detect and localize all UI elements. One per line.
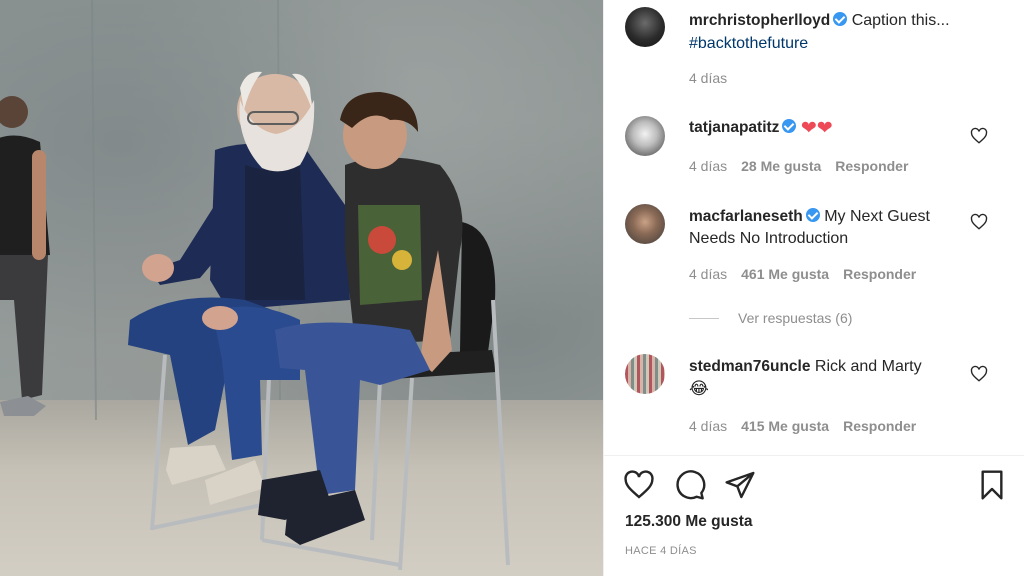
verified-badge-icon (833, 12, 848, 26)
comment-likes[interactable]: 461 Me gusta (741, 266, 829, 282)
comment-time[interactable]: 4 días (689, 266, 727, 282)
reply-button[interactable]: Responder (843, 266, 916, 282)
comment-avatar[interactable] (625, 354, 665, 394)
comment-text: Rick and Marty (814, 358, 922, 375)
red-heart-emoji: ❤❤ (800, 118, 833, 139)
comment-2: macfarlaneseth My Next Guest Needs No In… (689, 206, 979, 250)
verified-badge-icon (805, 208, 820, 222)
heart-icon[interactable] (623, 469, 655, 501)
replies-divider (689, 318, 719, 319)
view-replies-button[interactable]: Ver respuestas (6) (738, 310, 852, 326)
bookmark-icon[interactable] (976, 469, 1008, 501)
caption-time[interactable]: 4 días (689, 70, 727, 86)
author-username[interactable]: mrchristopherlloyd (689, 12, 830, 29)
photo-scene (0, 0, 510, 571)
comment-1: tatjanapatitz ❤❤ (689, 118, 833, 139)
comment-3: stedman76uncle Rick and Marty 😂 (689, 356, 922, 401)
post-timestamp[interactable]: HACE 4 DÍAS (625, 545, 697, 557)
comment-username[interactable]: tatjanapatitz (689, 119, 779, 136)
author-avatar[interactable] (625, 7, 665, 47)
comment-avatar[interactable] (625, 204, 665, 244)
laughing-emoji: 😂 (689, 379, 709, 398)
heart-icon[interactable] (970, 365, 988, 383)
comment-text: My Next Guest (824, 208, 930, 225)
comment-username[interactable]: stedman76uncle (689, 358, 810, 375)
comment-time[interactable]: 4 días (689, 158, 727, 174)
verified-badge-icon (782, 119, 797, 133)
heart-icon[interactable] (970, 213, 988, 231)
caption-text: Caption this... (851, 12, 950, 29)
comment-time[interactable]: 4 días (689, 418, 727, 434)
likes-count[interactable]: 125.300 Me gusta (625, 513, 753, 531)
reply-button[interactable]: Responder (843, 418, 916, 434)
comment-meta: 4 días 461 Me gusta Responder (689, 266, 916, 282)
paper-plane-icon[interactable] (724, 469, 756, 501)
comment-meta: 4 días 415 Me gusta Responder (689, 418, 916, 434)
post-side-panel: mrchristopherlloyd Caption this... #back… (603, 0, 1024, 576)
hashtag-link[interactable]: #backtothefuture (689, 35, 808, 52)
post-caption: mrchristopherlloyd Caption this... #back… (689, 9, 1009, 55)
actions-divider (604, 455, 1024, 456)
heart-icon[interactable] (970, 127, 988, 145)
post-photo[interactable] (0, 0, 603, 576)
comment-likes[interactable]: 415 Me gusta (741, 418, 829, 434)
reply-button[interactable]: Responder (835, 158, 908, 174)
comment-bubble-icon[interactable] (674, 469, 706, 501)
comment-username[interactable]: macfarlaneseth (689, 208, 803, 225)
comment-meta: 4 días 28 Me gusta Responder (689, 158, 908, 174)
comment-likes[interactable]: 28 Me gusta (741, 158, 821, 174)
comment-avatar[interactable] (625, 116, 665, 156)
comment-text: Needs No Introduction (689, 230, 849, 247)
